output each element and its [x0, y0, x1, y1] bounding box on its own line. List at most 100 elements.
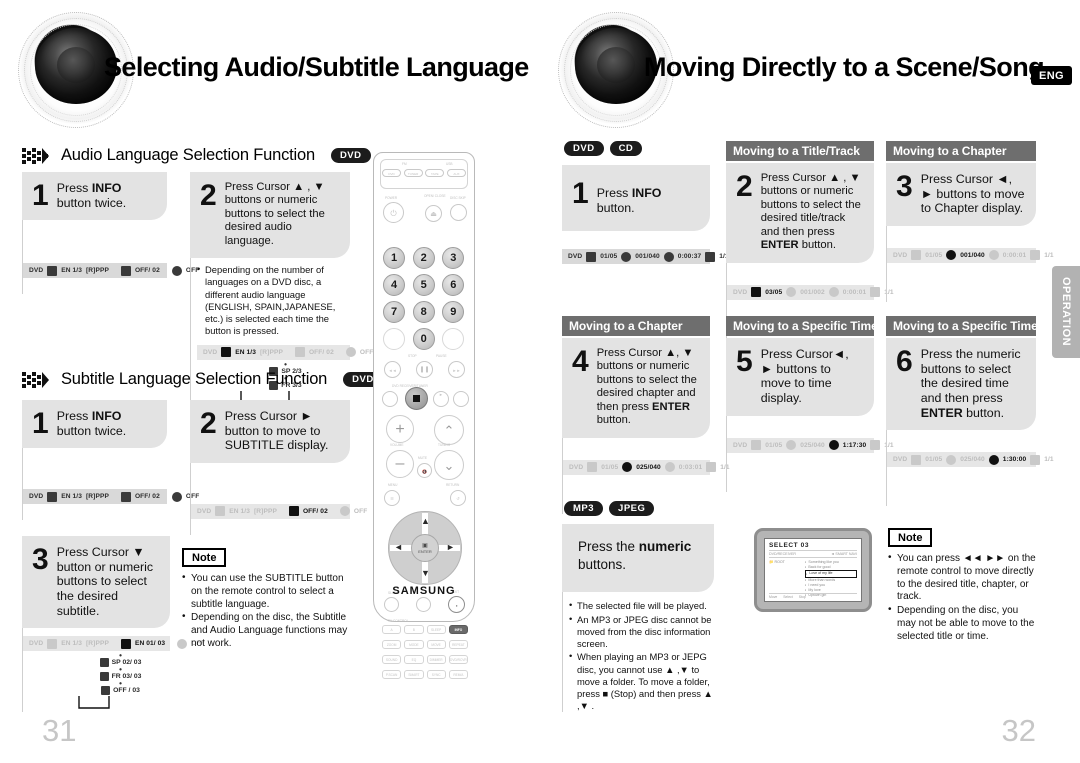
remote-key-0[interactable]: 0 [412, 328, 435, 350]
remote-key-b[interactable]: B [404, 625, 424, 634]
remote-stop-button[interactable] [405, 387, 428, 410]
remote-key-cd-ripping[interactable] [383, 328, 405, 350]
remote-mute-button[interactable]: 🔇 [417, 463, 432, 478]
remote-enter-label: ENTER [418, 549, 432, 554]
osd-audio-value: EN 1/3 [61, 267, 82, 275]
tv-list-item-selected[interactable]: ♪ Love of my life [804, 570, 857, 578]
osd-audio-value: EN 1/3 [61, 640, 82, 648]
remote-power-button[interactable]: ⏻ [383, 202, 404, 223]
remote-rewind-button[interactable]: ◄◄ [384, 361, 401, 378]
remote-key-7[interactable]: 7 [383, 301, 405, 323]
remote-key-smart[interactable]: SMART [404, 670, 424, 679]
remote-volume-down-button[interactable]: – [386, 450, 414, 478]
osd-disc-label: DVD [733, 441, 748, 449]
remote-key-1[interactable]: 1 [383, 247, 405, 269]
remote-subtitle-button[interactable] [416, 597, 431, 612]
osd-audio-value: EN 1/3 [235, 348, 256, 356]
osd-chapter-icon [622, 462, 633, 473]
remote-key-4[interactable]: 4 [383, 274, 405, 296]
remote-key-rema[interactable]: REM/A [448, 670, 468, 679]
subtitle-step-1: 1 Press INFO button twice. DVD EN 1/3 [R… [22, 400, 199, 521]
remote-key-sound[interactable]: SOUND [382, 655, 402, 664]
dpad-left-arrow-icon[interactable]: ◄ [394, 543, 403, 552]
subtitle-step-3-body: DVD EN 1/3 [R]PPP EN 01/ 03 OFF • SP 02/… [22, 628, 205, 713]
remote-key-a[interactable]: A [382, 625, 402, 634]
dpad-right-arrow-icon[interactable]: ► [446, 543, 455, 552]
subtitle-branch-diagram: • SP 02/ 03 • FR 03/ 03 • OFF / 03 [71, 652, 170, 712]
remote-key-mode[interactable]: MODE [404, 640, 424, 649]
right-page-title: Moving Directly to a Scene/Song [644, 52, 1045, 82]
remote-menu-button[interactable]: ☰ [384, 490, 400, 506]
osd-subtitle-value: EN 01/ 03 [134, 640, 166, 648]
osd-chapter-value: 025/040 [636, 463, 661, 471]
remote-key-sleep[interactable]: SLEEP [426, 625, 446, 634]
column-title-specific-time-1: Moving to a Specific Time [726, 316, 878, 336]
remote-key-pscan[interactable]: P.SCAN [382, 670, 402, 679]
remote-dvd-receiver-label: DVD RECEIVER/TUNER [392, 384, 428, 388]
remote-button-aux[interactable]: AUX [446, 169, 466, 177]
disc-pill-mp3: MP3 [564, 501, 604, 517]
osd-chapter-icon [786, 440, 797, 450]
left-page: Selecting Audio/Subtitle Language Audio … [0, 0, 540, 763]
remote-exit-button[interactable]: ◑ [448, 596, 465, 613]
scene-step-2-text: Press Cursor ▲ , ▼ buttons or numeric bu… [760, 172, 861, 252]
tv-screen-image: SELECT 03 DVD/RECEIVER ◄ SMART NAVI 📁 RO… [754, 528, 872, 612]
remote-next-button[interactable] [453, 391, 469, 407]
osd-subtitle-icon [120, 491, 131, 502]
remote-open-close-button[interactable]: ⏏ [425, 205, 442, 222]
remote-play-button[interactable]: ► [433, 391, 449, 407]
scene-step-5-body: DVD 01/05 025/040 1:17:30 1/1 [726, 415, 894, 492]
remote-enter-button[interactable]: ▣ ENTER [411, 534, 439, 562]
remote-tuning-label: TUNING [438, 443, 451, 447]
remote-key-info[interactable]: INFO [448, 625, 468, 634]
remote-key-2[interactable]: 2 [412, 247, 435, 269]
osd-chapter-icon [621, 251, 632, 262]
scene-step-3-bubble: 3 Press Cursor ◄, ► buttons to move to C… [886, 163, 1036, 226]
remote-key-zoom[interactable]: ZOOM [382, 640, 402, 649]
remote-tuning-up-button[interactable]: ⌃ [434, 415, 464, 445]
remote-key-cancel[interactable] [442, 328, 465, 350]
dpad-down-arrow-icon[interactable]: ▼ [421, 569, 430, 578]
subtitle-step-2-body: DVD EN 1/3 [R]PPP OFF/ 02 OFF [190, 462, 367, 535]
remote-return-button[interactable]: ↺ [450, 490, 466, 506]
remote-button-dvd[interactable]: DVD [382, 169, 401, 177]
branch-subtitle-icon [99, 658, 109, 668]
osd-chapter-value: 001/040 [960, 251, 985, 259]
osd-time-value: 0:00:01 [842, 288, 867, 296]
note-item: You can use the SUBTITLE button on the r… [182, 572, 352, 611]
remote-key-5[interactable]: 5 [412, 274, 435, 296]
note-icon: ♪ [804, 560, 807, 565]
remote-prev-button[interactable] [382, 391, 398, 407]
remote-tuning-down-button[interactable]: ⌄ [434, 450, 464, 480]
remote-button-tuner[interactable]: TUNER [403, 169, 423, 177]
remote-disc-skip-button[interactable] [450, 204, 467, 221]
remote-key-3[interactable]: 3 [442, 247, 465, 269]
note-tag: Note [888, 528, 933, 547]
remote-key-9[interactable]: 9 [442, 301, 465, 323]
osd-repeat-icon [339, 506, 350, 517]
osd-extra-value: [R]PPP [86, 640, 109, 648]
remote-button-tape[interactable]: TAPE [425, 169, 445, 177]
subtitle-step-2-bubble: 2 Press Cursor ► button to move to SUBTI… [190, 400, 350, 463]
remote-key-8[interactable]: 8 [412, 301, 435, 323]
remote-key-sync[interactable]: SYNC [426, 670, 446, 679]
subtitle-step-3-number: 3 [32, 543, 49, 576]
side-tab-operation: OPERATION [1052, 266, 1080, 358]
audio-step-2-number: 2 [200, 179, 217, 212]
remote-key-move[interactable]: MOVE [426, 640, 446, 649]
scene-note-list: You can press ◄◄ ►► on the remote contro… [888, 552, 1038, 644]
remote-key-6[interactable]: 6 [442, 274, 465, 296]
remote-fastforward-button[interactable]: ►► [448, 361, 465, 378]
audio-step-1-osd: DVD EN 1/3 [R]PPP OFF/ 02 OFF [23, 263, 199, 279]
remote-key-dvd-rcvr[interactable]: DVD/RCVR [448, 655, 468, 664]
remote-key-dimmer[interactable]: DIMMER [426, 655, 446, 664]
remote-slow-button[interactable] [384, 597, 399, 612]
branch-row: OFF / 03 [71, 686, 170, 696]
remote-pause-button[interactable]: ❚❚ [416, 361, 433, 378]
remote-key-repeat[interactable]: REPEAT [448, 640, 468, 649]
remote-volume-up-button[interactable]: + [386, 415, 414, 443]
scene-step-3-body: DVD 01/05 001/040 0:00:01 1/1 [886, 225, 1054, 302]
remote-mute-label: MUTE [418, 456, 428, 460]
dpad-up-arrow-icon[interactable]: ▲ [421, 517, 430, 526]
remote-key-eq[interactable]: EQ [404, 655, 424, 664]
